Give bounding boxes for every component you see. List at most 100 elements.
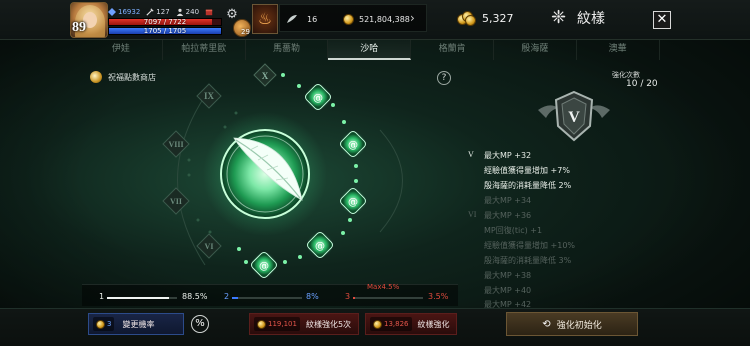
chest-svg — [205, 9, 213, 16]
emblem-icon: ❈ — [551, 7, 567, 28]
track-dot — [341, 231, 345, 235]
coin-stack-icon — [457, 10, 477, 26]
feather-medallion[interactable] — [203, 112, 327, 236]
effect-vi-line-4: 殷海薩的消耗量降低 3% — [484, 256, 572, 265]
change-cost-value: 3 — [107, 320, 112, 328]
reset-icon: ⟲ — [542, 318, 551, 330]
screen-title: ❈ 紋樣 — [551, 8, 605, 28]
stat-b-value: 127 — [156, 8, 170, 16]
node-ix[interactable]: IX — [196, 83, 222, 109]
seg2-number: 2 — [224, 292, 230, 301]
track-dot-inactive — [187, 173, 191, 177]
pet-count: 29 — [241, 28, 250, 36]
top-bar: 89 16932 127 240 7097 / 7722 1705 / 1705… — [0, 0, 750, 40]
track-dot — [348, 218, 352, 222]
stat-b: 127 — [146, 8, 170, 16]
feather-count: 16 — [307, 14, 318, 24]
chest-icon[interactable] — [205, 8, 215, 16]
track-dot-inactive — [196, 218, 200, 222]
hp-bar: 7097 / 7722 — [108, 18, 222, 26]
rank-crest: V — [538, 90, 610, 142]
flame-icon: ♨ — [257, 9, 273, 28]
enhance-count-value: 10 / 20 — [626, 79, 658, 89]
tab-marchoel[interactable]: 馬薔勒 — [246, 40, 329, 60]
stat-a: 16932 — [108, 8, 140, 16]
tab-einhasad[interactable]: 殷海薩 — [494, 40, 577, 60]
node-vii[interactable]: VII — [162, 187, 190, 215]
active-node-4[interactable]: @ — [306, 231, 334, 259]
active-node-5[interactable]: @ — [250, 251, 278, 279]
coin-bag-icon — [90, 71, 102, 83]
seg2-fill — [232, 297, 238, 299]
percent-button[interactable]: % — [191, 315, 209, 333]
track-dot — [342, 120, 346, 124]
hp-text: 7097 / 7722 — [143, 18, 187, 26]
seg1-percent: 88.5% — [182, 292, 208, 301]
track-dot — [283, 260, 287, 264]
enhance-5x-label: 紋樣強化5次 — [305, 319, 352, 329]
seg1-fill — [107, 297, 169, 299]
tab-grankan[interactable]: 格蘭肯 — [411, 40, 494, 60]
blessing-shop-link[interactable]: 祝福點數商店 — [90, 71, 156, 83]
active-node-3[interactable]: @ — [339, 187, 367, 215]
buff-slot[interactable]: ♨ — [252, 4, 278, 34]
crest-wing-left — [538, 105, 558, 118]
reset-enhance-button[interactable]: ⟲ 強化初始化 — [506, 312, 638, 336]
reset-enhance-label: 強化初始化 — [556, 320, 602, 331]
coin-icon — [373, 319, 382, 329]
coin-icon — [257, 319, 266, 329]
crest-wing-right — [590, 105, 610, 118]
tab-eva[interactable]: 伊娃 — [80, 40, 163, 60]
active-node-1[interactable]: @ — [304, 83, 332, 111]
help-button[interactable]: ? — [437, 71, 451, 85]
silver-amount: 521,804,388 — [359, 15, 410, 24]
track-dot-inactive — [208, 230, 212, 234]
seg2-bar — [232, 297, 302, 299]
person-icon — [176, 8, 183, 16]
crest-numeral: V — [568, 109, 580, 126]
node-viii[interactable]: VIII — [162, 130, 190, 158]
enhance-button[interactable]: 13,826 紋樣強化 — [365, 313, 457, 335]
seg2-percent: 8% — [306, 292, 319, 301]
sword-icon — [146, 8, 154, 16]
tab-bar: 伊娃 帕拉蒂里歐 馬薔勒 沙哈 格蘭肯 殷海薩 澳華 — [80, 40, 660, 60]
enhance-cost: 13,826 — [370, 317, 412, 331]
stat-a-value: 16932 — [118, 8, 141, 16]
track-dot — [244, 260, 248, 264]
player-stats: 16932 127 240 — [108, 7, 215, 17]
tab-paladirio[interactable]: 帕拉蒂里歐 — [163, 40, 246, 60]
change-probability-button[interactable]: 3 變更機率 — [88, 313, 184, 335]
seg3-percent: 3.5% — [428, 292, 449, 301]
effect-vi-roman: VI — [468, 210, 477, 219]
spiral-icon: @ — [313, 93, 323, 104]
node-viii-label: VIII — [168, 140, 183, 149]
active-node-2[interactable]: @ — [339, 130, 367, 158]
effect-v-roman: V — [468, 150, 474, 159]
spiral-icon: @ — [315, 241, 325, 252]
tab-sahar[interactable]: 沙哈 — [328, 40, 412, 60]
node-x[interactable]: X — [253, 63, 277, 87]
tab-aowa[interactable]: 澳華 — [577, 40, 660, 60]
close-button[interactable]: ✕ — [653, 11, 671, 29]
track-dot — [281, 73, 285, 77]
enhance-cost-value: 13,826 — [384, 320, 409, 328]
diamond-icon — [108, 8, 116, 16]
change-cost: 3 — [93, 317, 115, 331]
silver-currency: 521,804,388 — [343, 14, 410, 25]
effect-v-line-1: 最大MP +32 — [484, 151, 532, 160]
enhance-5x-cost-value: 119,101 — [268, 320, 297, 328]
spiral-icon: @ — [348, 140, 358, 151]
node-vi[interactable]: VI — [196, 233, 222, 259]
track-dot — [331, 103, 335, 107]
enhance-5x-button[interactable]: 119,101 紋樣強化5次 — [249, 313, 359, 335]
enhance-label: 紋樣強化 — [417, 319, 450, 329]
spiral-icon: @ — [348, 197, 358, 208]
gold-currency: 5,327 — [457, 10, 514, 26]
node-vi-label: VI — [205, 242, 214, 251]
track-dot-inactive — [187, 158, 191, 162]
node-vii-label: VII — [170, 197, 182, 206]
feather-currency: 16 — [286, 14, 317, 24]
seg1-number: 1 — [99, 292, 105, 301]
chevron-right-icon[interactable]: › — [410, 11, 415, 25]
gold-amount: 5,327 — [482, 11, 514, 25]
